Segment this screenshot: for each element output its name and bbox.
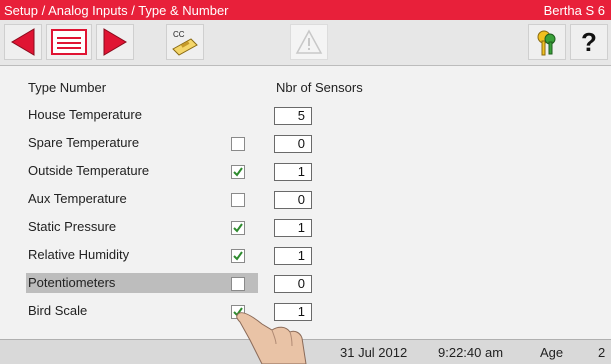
checkbox-potentiometers[interactable] — [231, 277, 245, 291]
row-label-aux-temperature: Aux Temperature — [28, 191, 127, 206]
checkbox-outside-temperature[interactable] — [231, 165, 245, 179]
status-age-value: 2 — [598, 345, 606, 360]
row-label-bird-scale: Bird Scale — [28, 303, 88, 318]
sensor-count-house-temperature[interactable]: 5 — [274, 107, 312, 125]
list-icon — [51, 29, 87, 55]
toolbar: CC ? — [0, 20, 611, 66]
checkbox-static-pressure[interactable] — [231, 221, 245, 235]
checkbox-spare-temperature[interactable] — [231, 137, 245, 151]
help-button[interactable]: ? — [570, 24, 608, 60]
checkmark-icon — [233, 223, 243, 233]
list-button[interactable] — [46, 24, 92, 60]
row-label-potentiometers[interactable]: Potentiometers — [26, 273, 258, 293]
status-date: 31 Jul 2012 — [340, 345, 408, 360]
device-name: Bertha S 6 — [543, 2, 605, 18]
arrow-right-icon — [103, 28, 127, 56]
pointing-hand-icon — [236, 312, 307, 364]
row-label-spare-temperature: Spare Temperature — [28, 135, 140, 150]
previous-button[interactable] — [4, 24, 42, 60]
help-icon: ? — [581, 26, 597, 57]
status-time: 9:22:40 am — [438, 345, 504, 360]
arrow-left-icon — [11, 28, 35, 56]
checkmark-icon — [233, 167, 243, 177]
row-label-house-temperature: House Temperature — [28, 107, 142, 122]
keys-icon — [537, 30, 556, 56]
row-label-outside-temperature: Outside Temperature — [28, 163, 150, 178]
sensor-count-relative-humidity[interactable]: 1 — [274, 247, 312, 265]
title-bar: Setup / Analog Inputs / Type & Number Be… — [0, 0, 611, 20]
sensor-count-outside-temperature[interactable]: 1 — [274, 163, 312, 181]
checkbox-aux-temperature[interactable] — [231, 193, 245, 207]
keys-button[interactable] — [528, 24, 566, 60]
warning-button[interactable] — [290, 24, 328, 60]
sensor-count-aux-temperature[interactable]: 0 — [274, 191, 312, 209]
sensor-count-spare-temperature[interactable]: 0 — [274, 135, 312, 153]
checkmark-icon — [233, 251, 243, 261]
analog-inputs-panel: Type Number Nbr of Sensors House Tempera… — [0, 66, 611, 339]
row-label-relative-humidity: Relative Humidity — [28, 247, 130, 262]
column-header-type: Type Number — [28, 80, 107, 95]
window-title: Setup / Analog Inputs / Type & Number — [4, 2, 229, 18]
next-button[interactable] — [96, 24, 134, 60]
row-label-static-pressure: Static Pressure — [28, 219, 117, 234]
copy-icon: CC — [172, 30, 198, 56]
warning-icon — [295, 29, 323, 54]
sensor-count-static-pressure[interactable]: 1 — [274, 219, 312, 237]
copy-label: CC — [173, 30, 185, 39]
status-age-label: Age — [540, 345, 564, 360]
sensor-count-potentiometers[interactable]: 0 — [274, 275, 312, 293]
copy-button[interactable]: CC — [166, 24, 204, 60]
column-header-sensors: Nbr of Sensors — [276, 80, 363, 95]
checkbox-relative-humidity[interactable] — [231, 249, 245, 263]
